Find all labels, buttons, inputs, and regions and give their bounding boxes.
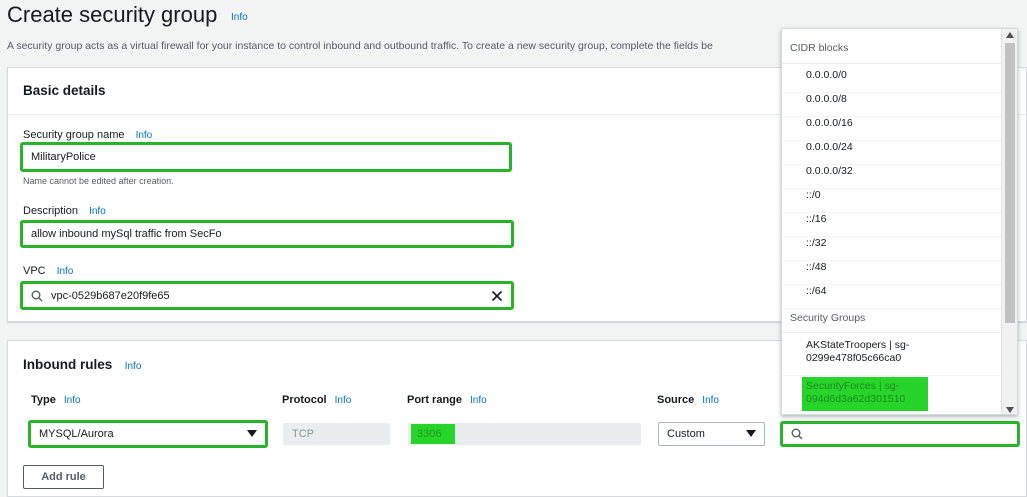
protocol-field: TCP (283, 423, 390, 445)
source-select[interactable]: Custom (658, 422, 765, 446)
port-range-field: 3306 (408, 423, 641, 445)
port-range-column-label: Port range (407, 394, 463, 406)
port-range-info-link[interactable]: Info (470, 395, 487, 406)
source-column-header: Source Info (657, 394, 719, 406)
scrollbar-thumb[interactable] (1005, 43, 1015, 323)
sg-name-input[interactable]: MilitaryPolice (20, 142, 512, 172)
search-icon (791, 428, 803, 440)
security-group-option[interactable]: AKStateTroopers | sg- 0299e478f05c66ca0 (782, 339, 1002, 376)
cidr-option[interactable]: 0.0.0.0/16 (782, 117, 1002, 141)
inbound-rules-info-link[interactable]: Info (125, 361, 142, 372)
type-select[interactable]: MYSQL/Aurora (28, 420, 268, 448)
page-intro: A security group acts as a virtual firew… (7, 40, 713, 52)
protocol-info-link[interactable]: Info (335, 395, 352, 406)
vpc-info-link[interactable]: Info (57, 266, 74, 277)
search-icon (31, 290, 43, 301)
dropdown-scrollbar[interactable] (1001, 29, 1017, 414)
scroll-up-icon[interactable] (1006, 32, 1014, 38)
basic-details-title: Basic details (23, 83, 106, 98)
sg-option-name: AKStateTroopers | sg- (806, 339, 910, 351)
title-info-link[interactable]: Info (231, 12, 248, 23)
vpc-label-text: VPC (23, 265, 46, 277)
protocol-column-header: Protocol Info (282, 394, 351, 406)
cidr-option[interactable]: ::/48 (782, 261, 1002, 285)
port-range-column-header: Port range Info (407, 394, 487, 406)
source-dropdown: CIDR blocks 0.0.0.0/0 0.0.0.0/8 0.0.0.0/… (781, 28, 1018, 415)
dropdown-divider (782, 63, 1002, 64)
caret-down-icon (746, 430, 756, 437)
caret-down-icon (247, 430, 257, 437)
cidr-option[interactable]: ::/32 (782, 237, 1002, 261)
type-column-label: Type (31, 394, 56, 406)
sg-name-info-link[interactable]: Info (136, 130, 153, 141)
protocol-column-label: Protocol (282, 394, 327, 406)
sg-name-hint: Name cannot be edited after creation. (23, 176, 174, 186)
cidr-option[interactable]: ::/16 (782, 213, 1002, 237)
source-info-link[interactable]: Info (702, 395, 719, 406)
cidr-option[interactable]: 0.0.0.0/0 (782, 69, 1002, 93)
scroll-down-icon[interactable] (1006, 407, 1014, 413)
type-select-value: MYSQL/Aurora (39, 428, 114, 440)
sg-option-id: 0299e478f05c66ca0 (806, 352, 902, 364)
cidr-option[interactable]: 0.0.0.0/24 (782, 141, 1002, 165)
page-title: Create security group (7, 2, 218, 27)
dropdown-divider (782, 332, 1002, 333)
description-label-text: Description (23, 205, 79, 217)
security-group-option-selected[interactable]: SecurityForces | sg- 094d6d3a62d301510 (802, 377, 928, 411)
sg-option-name: SecurityForces | sg- (806, 380, 900, 392)
security-groups-header: Security Groups (790, 312, 866, 324)
cidr-blocks-header: CIDR blocks (790, 42, 849, 54)
type-info-link[interactable]: Info (64, 395, 81, 406)
cidr-option[interactable]: 0.0.0.0/8 (782, 93, 1002, 117)
add-rule-button[interactable]: Add rule (23, 465, 104, 489)
cidr-option[interactable]: 0.0.0.0/32 (782, 165, 1002, 189)
vpc-label: VPC Info (23, 265, 73, 277)
sg-option-id: 094d6d3a62d301510 (806, 393, 906, 405)
description-label: Description Info (23, 205, 106, 217)
vpc-value: vpc-0529b687e20f9fe65 (51, 289, 170, 302)
type-column-header: Type Info (31, 394, 81, 406)
inbound-rules-title: Inbound rules (23, 357, 113, 372)
port-range-value: 3306 (411, 424, 455, 444)
source-select-value: Custom (667, 428, 705, 440)
vpc-select[interactable]: vpc-0529b687e20f9fe65 (20, 281, 514, 310)
cidr-option[interactable]: ::/64 (782, 285, 1002, 309)
description-info-link[interactable]: Info (89, 206, 106, 217)
sg-name-label-text: Security group name (23, 129, 125, 141)
description-input[interactable]: allow inbound mySql traffic from SecFo (20, 220, 514, 248)
sg-name-label: Security group name Info (23, 129, 152, 141)
source-column-label: Source (657, 394, 695, 406)
source-search-input[interactable] (780, 421, 1020, 447)
clear-icon[interactable] (491, 290, 503, 302)
inbound-rules-header: Inbound rules Info (23, 356, 141, 374)
cidr-option[interactable]: ::/0 (782, 189, 1002, 213)
